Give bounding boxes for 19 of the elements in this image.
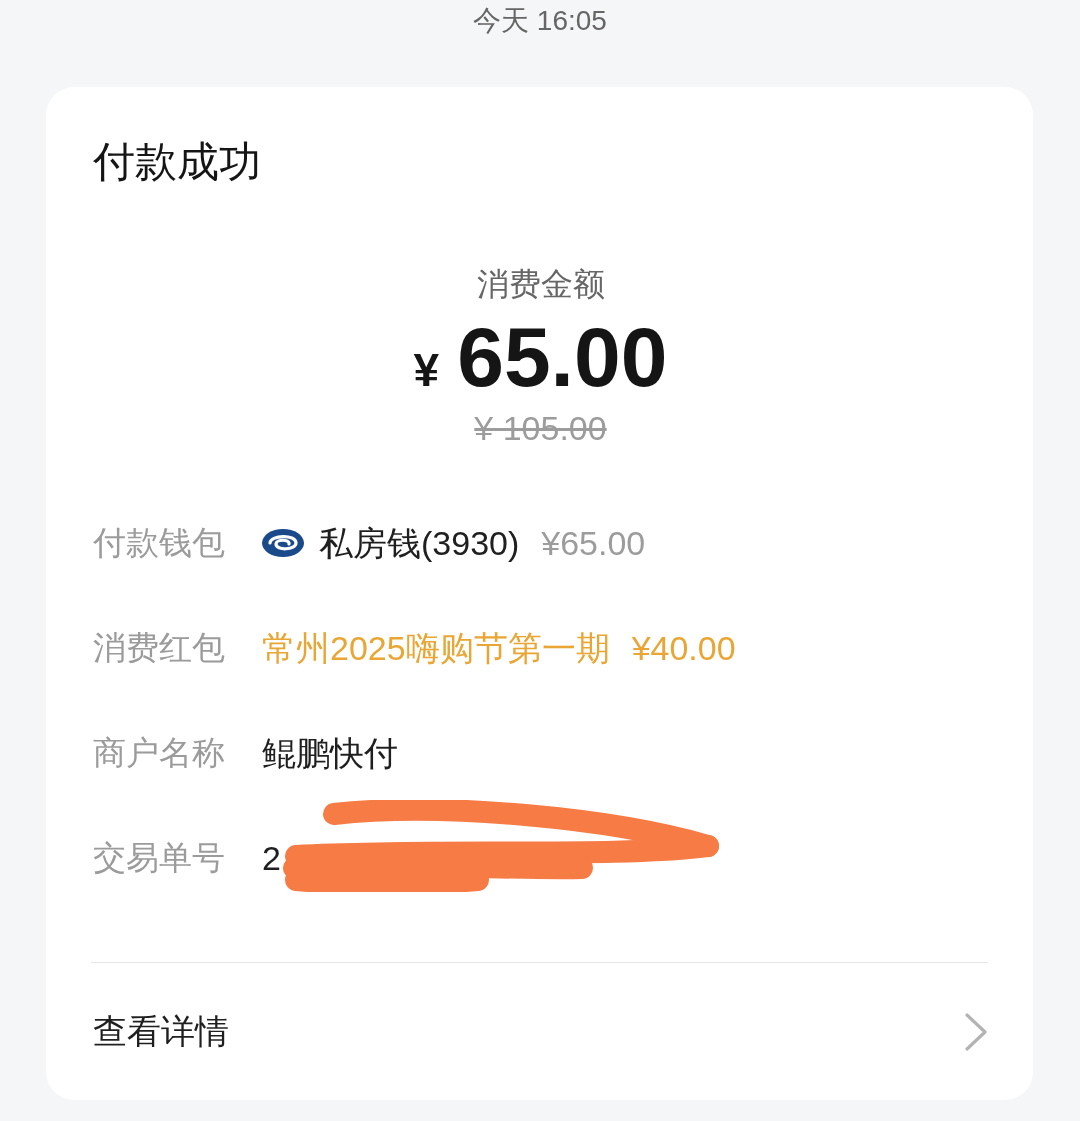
original-amount: ¥ 105.00 [474,408,607,449]
payment-amount: 65.00 [457,312,668,402]
row-label: 商户名称 [93,733,226,773]
wallet-name: 私房钱(3930) [319,523,520,564]
transaction-number: 2 [262,838,281,879]
row-label: 消费红包 [93,628,226,668]
timestamp: 今天 16:05 [473,4,607,38]
amount-label: 消费金额 [476,265,605,304]
card-title: 付款成功 [93,137,261,187]
coupon-amount: ¥40.00 [631,628,736,669]
swirl-logo-icon [262,529,304,557]
chevron-right-icon [964,1012,988,1052]
row-label: 付款钱包 [93,523,226,563]
wallet-amount: ¥65.00 [541,523,646,564]
currency-symbol: ¥ [413,343,440,398]
row-value: 鲲鹏快付 [262,733,398,774]
row-label: 交易单号 [93,838,226,878]
coupon-name: 常州2025嗨购节第一期 [262,628,610,669]
view-details-button[interactable]: 查看详情 [93,997,988,1067]
